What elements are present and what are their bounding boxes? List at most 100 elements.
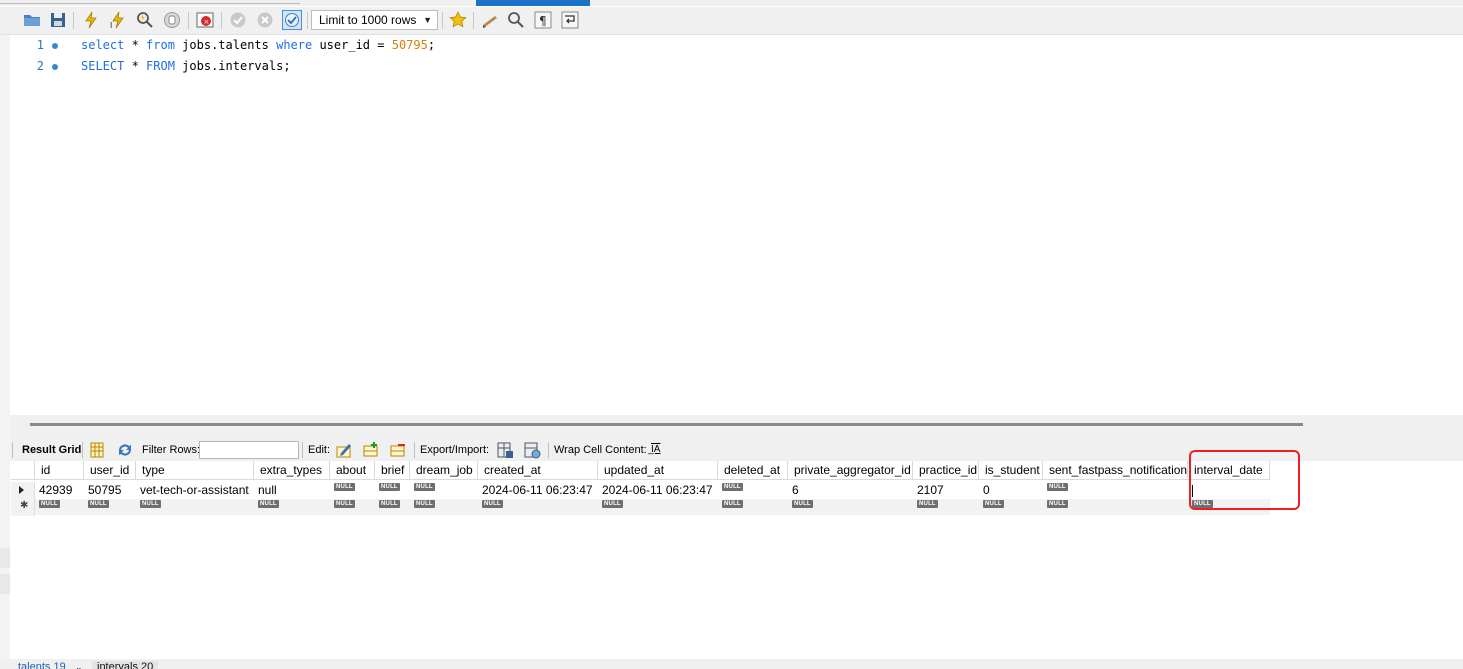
- limit-rows-select[interactable]: Limit to 1000 rows ▼: [311, 10, 438, 30]
- new-row-cell-about[interactable]: NULL: [330, 499, 375, 515]
- code-text[interactable]: select * from jobs.talents where user_id…: [81, 38, 435, 52]
- beautify-icon[interactable]: [480, 10, 500, 30]
- column-header-extra-types[interactable]: extra_types: [254, 461, 330, 480]
- tab-talents[interactable]: talents 19: [18, 661, 66, 669]
- rollback-icon[interactable]: [255, 10, 275, 30]
- panel-splitter-handle[interactable]: [30, 423, 1303, 426]
- open-folder-icon[interactable]: [22, 10, 42, 30]
- table-row[interactable]: 42939 50795 vet-tech-or-assistant null NULL N…: [11, 482, 1270, 499]
- wrap-cell-icon[interactable]: ̲IA: [651, 444, 660, 455]
- grid-cell-practice-id[interactable]: 2107: [913, 482, 979, 499]
- grid-cell-dream-job[interactable]: NULL: [410, 482, 478, 499]
- sql-text: user_id =: [312, 38, 392, 52]
- bookmark-star-icon[interactable]: [448, 10, 468, 30]
- column-header-about[interactable]: about: [330, 461, 375, 480]
- chevron-down-icon[interactable]: ⌄: [75, 661, 83, 669]
- null-badge: NULL: [88, 500, 109, 508]
- execute-icon[interactable]: [81, 10, 101, 30]
- column-header-dream-job[interactable]: dream_job: [410, 461, 478, 480]
- grid-cell-created-at[interactable]: 2024-06-11 06:23:47: [478, 482, 598, 499]
- toolbar-separator: [221, 12, 222, 29]
- null-badge: NULL: [140, 500, 161, 508]
- wrap-icon[interactable]: [560, 10, 580, 30]
- result-tabs-bar: talents 19 ⌄ intervals 20: [0, 659, 1463, 669]
- column-header-type[interactable]: type: [136, 461, 254, 480]
- grid-cell-sent-fastpass-notification[interactable]: NULL: [1043, 482, 1188, 499]
- grid-cell-brief[interactable]: NULL: [375, 482, 410, 499]
- grid-cell-private-aggregator-id[interactable]: 6: [788, 482, 913, 499]
- grid-cell-extra-types[interactable]: null: [254, 482, 330, 499]
- new-row-cell-extra-types[interactable]: NULL: [254, 499, 330, 515]
- new-row-cell-brief[interactable]: NULL: [375, 499, 410, 515]
- invisible-chars-icon[interactable]: ¶: [533, 10, 553, 30]
- active-query-tab[interactable]: [476, 0, 590, 6]
- find-icon[interactable]: [506, 10, 526, 30]
- grid-view-icon[interactable]: [88, 441, 106, 459]
- edit-row-icon[interactable]: [335, 441, 353, 459]
- column-header-practice-id[interactable]: practice_id: [913, 461, 979, 480]
- wrap-cell-content-label: Wrap Cell Content:: [554, 444, 647, 456]
- new-row-asterisk-icon: ✱: [20, 500, 29, 511]
- new-row-cell-private-aggregator-id[interactable]: NULL: [788, 499, 913, 515]
- new-row-cell-deleted-at[interactable]: NULL: [718, 499, 788, 515]
- column-header-brief[interactable]: brief: [375, 461, 410, 480]
- null-badge: NULL: [1047, 483, 1068, 491]
- null-badge: NULL: [1047, 500, 1068, 508]
- row-selector[interactable]: ✱: [11, 499, 35, 516]
- toolbar-separator: [302, 442, 303, 458]
- new-row-cell-practice-id[interactable]: NULL: [913, 499, 979, 515]
- null-badge: NULL: [983, 500, 1004, 508]
- column-header-user-id[interactable]: user_id: [84, 461, 136, 480]
- sql-keyword: FROM: [146, 59, 175, 73]
- sql-editor[interactable]: 1 select * from jobs.talents where user_…: [10, 35, 1463, 415]
- null-badge: NULL: [722, 483, 743, 491]
- import-icon[interactable]: [523, 441, 541, 459]
- grid-header-row: id user_id type extra_types about brief dream_…: [11, 461, 1270, 480]
- new-row-cell-id[interactable]: NULL: [35, 499, 84, 515]
- column-header-id[interactable]: id: [35, 461, 84, 480]
- new-row-cell-sent-fastpass-notification[interactable]: NULL: [1043, 499, 1188, 515]
- insert-row-icon[interactable]: [362, 441, 380, 459]
- autocommit-icon[interactable]: [282, 10, 302, 30]
- stop-icon[interactable]: [162, 10, 182, 30]
- refresh-icon[interactable]: [116, 441, 134, 459]
- new-row-cell-is-student[interactable]: NULL: [979, 499, 1043, 515]
- new-row-cell-created-at[interactable]: NULL: [478, 499, 598, 515]
- code-line[interactable]: 1 select * from jobs.talents where user_…: [10, 38, 1010, 58]
- execute-current-icon[interactable]: I: [108, 10, 128, 30]
- new-row-cell-dream-job[interactable]: NULL: [410, 499, 478, 515]
- code-line[interactable]: 2 SELECT * FROM jobs.intervals;: [10, 59, 1010, 79]
- statement-marker-icon: [52, 64, 58, 70]
- save-icon[interactable]: [48, 10, 68, 30]
- grid-cell-type[interactable]: vet-tech-or-assistant: [136, 482, 254, 499]
- toggle-error-icon[interactable]: ×: [195, 10, 215, 30]
- commit-icon[interactable]: [228, 10, 248, 30]
- toolbar-separator: [548, 442, 549, 458]
- grid-cell-about[interactable]: NULL: [330, 482, 375, 499]
- column-header-sent-fastpass-notification[interactable]: sent_fastpass_notification: [1043, 461, 1188, 480]
- delete-row-icon[interactable]: [389, 441, 407, 459]
- new-row-cell-updated-at[interactable]: NULL: [598, 499, 718, 515]
- column-header-updated-at[interactable]: updated_at: [598, 461, 718, 480]
- grid-cell-deleted-at[interactable]: NULL: [718, 482, 788, 499]
- new-row[interactable]: ✱ NULL NULL NULL NULL NULL NULL NULL NULL NULL NUL…: [11, 499, 1270, 516]
- export-icon[interactable]: [496, 441, 514, 459]
- toolbar-separator: [82, 442, 83, 458]
- column-header-created-at[interactable]: created_at: [478, 461, 598, 480]
- export-import-label: Export/Import:: [420, 444, 490, 456]
- new-row-cell-user-id[interactable]: NULL: [84, 499, 136, 515]
- new-row-cell-type[interactable]: NULL: [136, 499, 254, 515]
- grid-cell-user-id[interactable]: 50795: [84, 482, 136, 499]
- column-header-is-student[interactable]: is_student: [979, 461, 1043, 480]
- code-text[interactable]: SELECT * FROM jobs.intervals;: [81, 59, 291, 73]
- explain-icon[interactable]: [135, 10, 155, 30]
- column-header-deleted-at[interactable]: deleted_at: [718, 461, 788, 480]
- filter-rows-input[interactable]: [199, 441, 299, 459]
- grid-cell-id[interactable]: 42939: [35, 482, 84, 499]
- tab-intervals[interactable]: intervals 20: [92, 661, 159, 669]
- row-selector[interactable]: [11, 482, 35, 499]
- column-header-private-aggregator-id[interactable]: private_aggregator_id: [788, 461, 913, 480]
- grid-cell-is-student[interactable]: 0: [979, 482, 1043, 499]
- grid-cell-updated-at[interactable]: 2024-06-11 06:23:47: [598, 482, 718, 499]
- edit-label: Edit:: [308, 444, 331, 456]
